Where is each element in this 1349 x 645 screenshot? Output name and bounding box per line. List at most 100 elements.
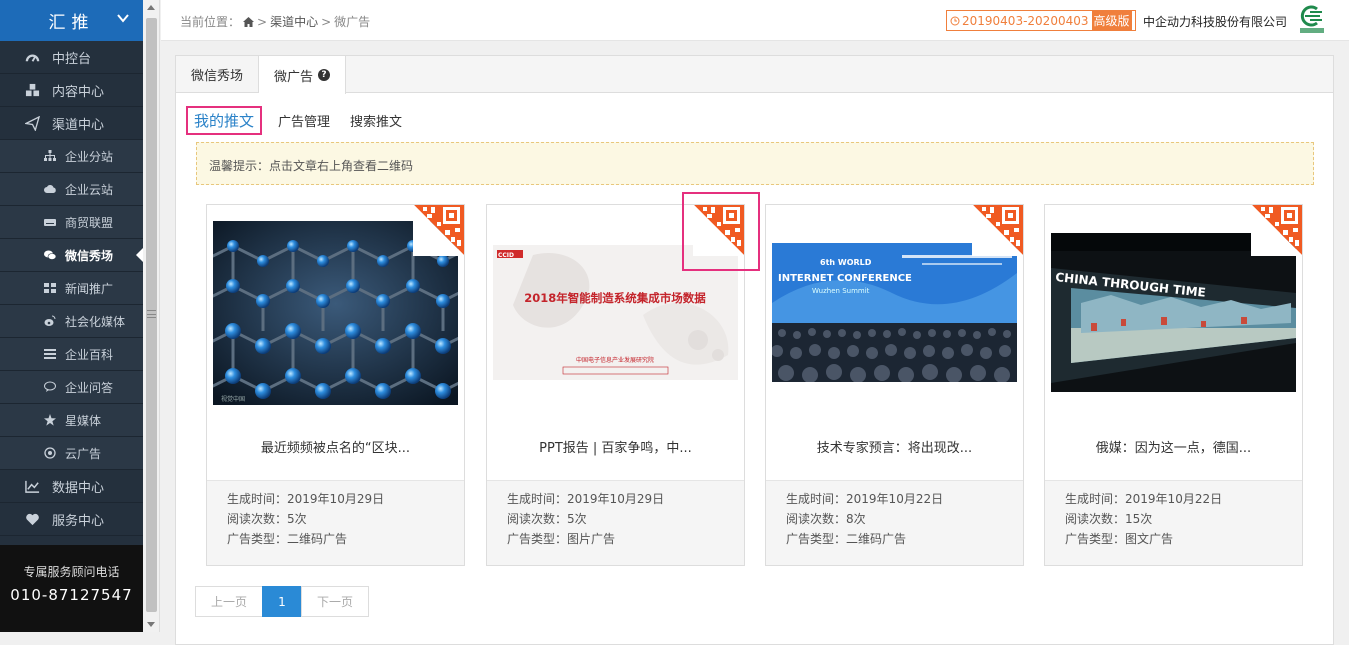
meta-created: 生成时间：2019年10月22日: [1065, 489, 1302, 509]
sidebar-item[interactable]: 企业分站: [0, 140, 143, 173]
sidebar-item[interactable]: 内容中心: [0, 74, 143, 107]
list-icon: [44, 348, 56, 360]
meta-reads: 阅读次数：15次: [1065, 509, 1302, 529]
meta-reads-value: 15次: [1125, 512, 1153, 526]
meta-created-label: 生成时间：: [786, 492, 847, 506]
meta-reads-value: 5次: [287, 512, 307, 526]
sidebar-item[interactable]: 星媒体: [0, 404, 143, 437]
page-1-button[interactable]: 1: [262, 586, 302, 617]
prev-page-button[interactable]: 上一页: [195, 586, 263, 617]
home-icon[interactable]: [243, 16, 255, 27]
china-through-time-image: CHINA THROUGH TIME: [1051, 233, 1296, 392]
brand-title: 汇推: [48, 13, 95, 33]
article-title[interactable]: 技术专家预言：将出现改...: [766, 437, 1023, 456]
service-period-badge: 20190403-20200403 高级版: [946, 10, 1136, 31]
meta-reads-label: 阅读次数：: [786, 512, 847, 526]
sidebar-item-label: 中控台: [52, 51, 92, 67]
sidebar-item-label: 云广告: [65, 446, 102, 461]
qr-highlight-box: [682, 192, 760, 271]
sidebar-item[interactable]: 商贸联盟: [0, 206, 143, 239]
clock-icon: [950, 16, 960, 25]
article-title[interactable]: 俄媒：因为这一点，德国...: [1045, 437, 1302, 456]
qr-code-corner-icon[interactable]: [413, 205, 464, 256]
sidebar-item-label: 内容中心: [52, 84, 105, 100]
subtab-my-articles[interactable]: 我的推文: [186, 106, 263, 135]
sidebar-nav: 中控台内容中心渠道中心企业分站企业云站商贸联盟微信秀场新闻推广 社会化媒体 企业百科…: [0, 41, 143, 536]
meta-ad-type-value: 图片广告: [567, 532, 616, 546]
tab-wechat-show[interactable]: 微信秀场: [176, 56, 260, 93]
meta-ad-type-value: 图文广告: [1125, 532, 1174, 546]
meta-ad-type-label: 广告类型：: [507, 532, 568, 546]
scroll-up-arrow-icon[interactable]: [147, 5, 155, 10]
sidebar-item[interactable]: 社会化媒体: [0, 305, 143, 338]
article-card[interactable]: 视觉中国 最近频频被点名的“区块... 生成时间：2019年10月29日 阅读次…: [206, 204, 465, 566]
sidebar-item-label: 数据中心: [52, 480, 105, 496]
sidebar-item-label: 渠道中心: [52, 117, 105, 133]
pagination: 上一页 1 下一页: [195, 586, 369, 617]
meta-reads-label: 阅读次数：: [507, 512, 568, 526]
company-name: 中企动力科技股份有限公司: [1143, 15, 1288, 29]
sidebar-item[interactable]: 服务中心: [0, 503, 143, 536]
sidebar-item-label: 商贸联盟: [65, 215, 114, 230]
sidebar-item[interactable]: 企业问答: [0, 371, 143, 404]
meta-reads: 阅读次数：5次: [507, 509, 744, 529]
hotline-label: 专属服务顾问电话: [23, 565, 120, 579]
main-panel: 微信秀场 微广告? 我的推文 广告管理 搜索推文 温馨提示：点击文章右上角查看二…: [175, 55, 1334, 645]
sidebar-item[interactable]: 企业百科: [0, 338, 143, 371]
edition-badge: 高级版: [1091, 11, 1132, 30]
article-title[interactable]: 最近频频被点名的“区块...: [207, 437, 464, 456]
comments-icon: [44, 381, 56, 393]
article-meta: 生成时间：2019年10月29日 阅读次数：5次 广告类型：图片广告: [487, 480, 744, 565]
sidebar-item[interactable]: 中控台: [0, 41, 143, 74]
qr-code-corner-icon[interactable]: [1251, 205, 1302, 256]
article-card[interactable]: 6th WORLD INTERNET CONFERENCE Wuzhen Sum…: [765, 204, 1024, 566]
breadcrumb-channel-link[interactable]: 渠道中心: [270, 13, 318, 30]
top-bar: 当前位置： > 渠道中心 > 微广告 20190403-20200403 高级版…: [161, 0, 1349, 41]
conference-image: 6th WORLD INTERNET CONFERENCE Wuzhen Sum…: [772, 243, 1017, 382]
sidebar-item[interactable]: 企业云站: [0, 173, 143, 206]
article-card[interactable]: CHINA THROUGH TIME 俄媒：因为这一点，德国... 生成时间：2…: [1044, 204, 1303, 566]
weibo-icon: [44, 315, 56, 327]
sidebar-item[interactable]: 渠道中心: [0, 107, 143, 140]
company-logo-icon: [1300, 5, 1324, 33]
image-line2: INTERNET CONFERENCE: [778, 273, 912, 284]
sidebar-item-label: 微信秀场: [65, 248, 114, 263]
meta-reads-value: 5次: [567, 512, 587, 526]
sidebar-item[interactable]: 微信秀场: [0, 239, 143, 272]
image-line1: 6th WORLD: [820, 258, 872, 267]
meta-ad-type-label: 广告类型：: [786, 532, 847, 546]
sidebar-item-label: 企业分站: [65, 149, 114, 164]
meta-reads: 阅读次数：5次: [227, 509, 464, 529]
subtab-search-articles[interactable]: 搜索推文: [340, 111, 412, 130]
sidebar-item[interactable]: 数据中心: [0, 470, 143, 503]
paper-plane-icon: [24, 115, 40, 131]
cloud-icon: [44, 183, 56, 195]
meta-reads: 阅读次数：8次: [786, 509, 1023, 529]
tab-micro-ads[interactable]: 微广告?: [259, 56, 347, 94]
question-circle-icon[interactable]: ?: [318, 69, 331, 81]
meta-ad-type-label: 广告类型：: [1065, 532, 1126, 546]
article-title[interactable]: PPT报告 | 百家争鸣，中...: [487, 437, 744, 456]
meta-reads-value: 8次: [846, 512, 866, 526]
drive-icon: [44, 216, 56, 228]
heart-icon: [24, 511, 40, 527]
meta-created-label: 生成时间：: [227, 492, 288, 506]
breadcrumb-separator: >: [257, 14, 268, 29]
image-line3: Wuzhen Summit: [812, 287, 870, 295]
sidebar-scrollbar[interactable]: [143, 0, 160, 632]
scroll-down-arrow-icon[interactable]: [147, 622, 155, 627]
meta-created-value: 2019年10月29日: [287, 492, 385, 506]
tab-label: 微信秀场: [191, 69, 244, 84]
image-headline: 2018年智能制造系统集成市场数据: [524, 291, 706, 305]
meta-created-label: 生成时间：: [507, 492, 568, 506]
next-page-button[interactable]: 下一页: [301, 586, 369, 617]
subtab-ad-management[interactable]: 广告管理: [268, 111, 340, 130]
sitemap-icon: [44, 150, 56, 162]
tip-notice: 温馨提示：点击文章右上角查看二维码: [196, 142, 1314, 185]
bullseye-icon: [44, 447, 56, 459]
brand-menu[interactable]: 汇推: [0, 0, 143, 41]
sidebar-item[interactable]: 云广告: [0, 437, 143, 470]
image-org: 中国电子信息产业发展研究院: [576, 356, 654, 364]
sidebar-item[interactable]: 新闻推广: [0, 272, 143, 305]
qr-code-corner-icon[interactable]: [972, 205, 1023, 256]
